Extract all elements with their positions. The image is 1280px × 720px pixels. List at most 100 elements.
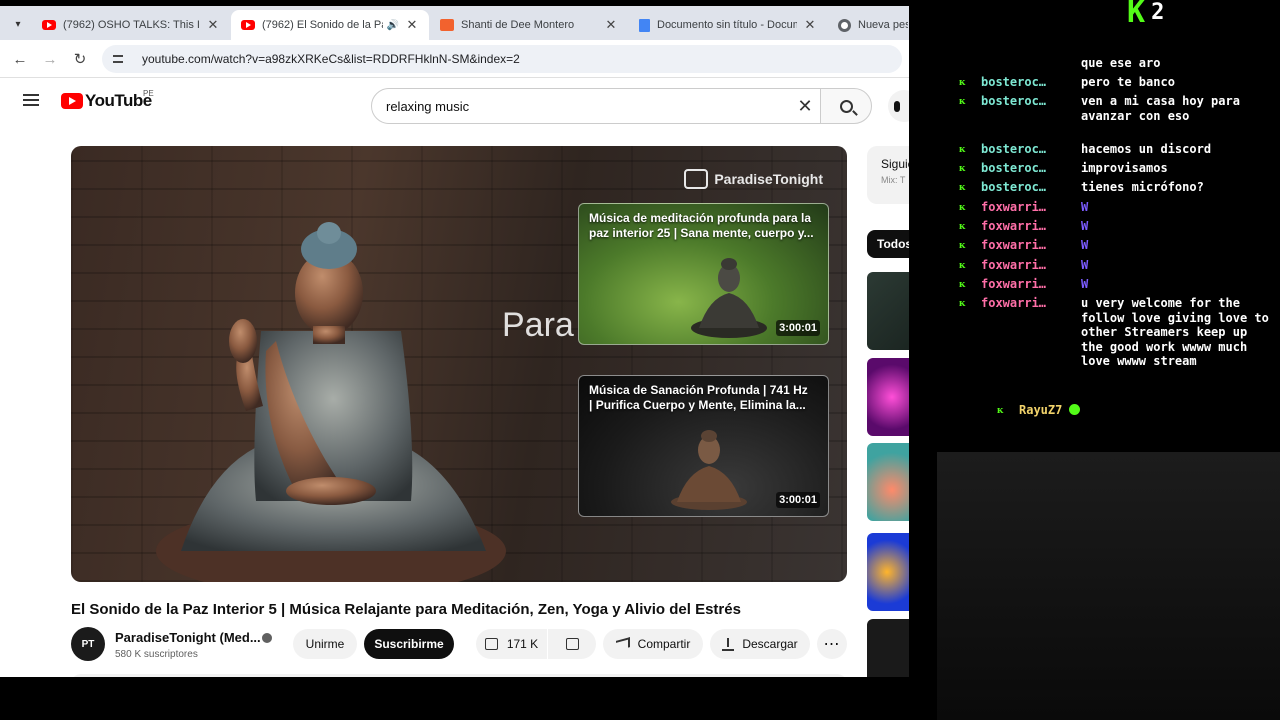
chat-message-text: hacemos un discord [1081, 142, 1212, 156]
browser-tab-osho[interactable]: (7962) OSHO TALKS: This Is Onl ✕ [32, 10, 230, 40]
reload-icon[interactable]: ↻ [70, 49, 90, 69]
playlist-subtitle: Mix: T [881, 175, 906, 185]
tab-title: Nueva pest [858, 19, 908, 31]
browser-window: ▾ (7962) OSHO TALKS: This Is Onl ✕ (7962… [0, 6, 909, 677]
endcard-duration: 3:00:01 [776, 492, 820, 508]
tab-search-chevron-icon[interactable]: ▾ [8, 14, 28, 34]
search-button[interactable] [820, 88, 872, 124]
chat-username[interactable]: bosteroc… [981, 94, 1085, 109]
voice-search-mic-icon[interactable] [888, 90, 909, 122]
tab-title: (7962) El Sonido de la Paz In [262, 19, 383, 31]
endscreen-video-card[interactable]: Música de meditación profunda para la pa… [578, 203, 829, 345]
tab-strip: ▾ (7962) OSHO TALKS: This Is Onl ✕ (7962… [0, 6, 909, 40]
search-query: relaxing music [386, 98, 470, 114]
like-count: 171 K [506, 637, 539, 651]
chat-message-text: W [1081, 200, 1089, 214]
join-button[interactable]: Unirme [293, 629, 357, 659]
chat-message-text: u very welcome for the follow love givin… [1081, 296, 1277, 368]
youtube-favicon-icon [241, 20, 255, 30]
kick-logo-icon: K [1127, 0, 1146, 30]
search-input[interactable]: relaxing music ✕ [371, 88, 821, 124]
country-code: PE [143, 89, 154, 98]
channel-avatar[interactable]: PT [71, 627, 105, 661]
site-info-icon[interactable] [112, 52, 126, 66]
recommended-thumbnail[interactable] [867, 533, 909, 611]
video-player[interactable]: ParadiseTonight Para Música de meditació… [71, 146, 847, 582]
video-title: El Sonido de la Paz Interior 5 | Música … [71, 601, 741, 618]
recommended-thumbnail[interactable] [867, 443, 909, 521]
endcard-title: Música de Sanación Profunda | 741 Hz | P… [589, 383, 808, 412]
endscreen-video-card[interactable]: Música de Sanación Profunda | 741 Hz | P… [578, 375, 829, 517]
playlist-panel[interactable]: Siguie Mix: T [867, 146, 909, 204]
tab-close-icon[interactable]: ✕ [405, 17, 419, 33]
chat-username[interactable]: foxwarri… [981, 200, 1085, 215]
viewer-count: 2 [1151, 0, 1165, 25]
chat-username[interactable]: bosteroc… [981, 75, 1085, 90]
video-owner-row: PT ParadiseTonight (Med... 580 K suscrip… [71, 627, 851, 663]
browser-tab-documento[interactable]: Documento sin título - Docume ✕ [629, 10, 827, 40]
forward-arrow-icon[interactable]: → [40, 49, 60, 69]
soundcloud-favicon-icon [440, 19, 454, 31]
recommended-thumbnail[interactable] [867, 358, 909, 436]
stream-chat-overlay: K 2 que ese aro ᴋ bosteroc… pero te banco ᴋ b… [909, 0, 1280, 720]
chat-message-text: W [1081, 238, 1089, 252]
subscribe-button[interactable]: Suscribirme [364, 629, 454, 659]
recommended-thumbnail[interactable] [867, 619, 909, 677]
kick-viewer-count: K 2 [1127, 0, 1165, 30]
dislike-button[interactable] [548, 629, 596, 659]
channel-name[interactable]: ParadiseTonight (Med... [115, 630, 261, 645]
chat-message-text: improvisamos [1081, 161, 1168, 175]
endcard-title: Música de meditación profunda para la pa… [589, 211, 814, 240]
share-button[interactable]: Compartir [603, 629, 703, 659]
chat-username[interactable]: foxwarri… [981, 296, 1085, 311]
channel-watermark[interactable]: ParadiseTonight [684, 169, 823, 189]
filter-chip-all[interactable]: Todos [867, 230, 909, 258]
kick-badge-icon: ᴋ [997, 403, 1004, 416]
browser-tab-sonido-paz[interactable]: (7962) El Sonido de la Paz In 🔊 ✕ [231, 10, 429, 40]
clear-search-icon[interactable]: ✕ [796, 97, 814, 115]
like-button[interactable]: 171 K [476, 629, 547, 659]
browser-tab-shanti[interactable]: Shanti de Dee Montero ✕ [430, 10, 628, 40]
recommended-thumbnail[interactable] [867, 272, 909, 350]
address-bar[interactable]: youtube.com/watch?v=a98zkXRKeCs&list=RDD… [102, 45, 902, 73]
download-label: Descargar [742, 637, 798, 651]
tab-close-icon[interactable]: ✕ [206, 17, 220, 33]
download-button[interactable]: Descargar [710, 629, 810, 659]
description-box[interactable] [71, 674, 847, 677]
back-arrow-icon[interactable]: ← [10, 49, 30, 69]
kick-badge-icon: ᴋ [959, 219, 966, 232]
share-label: Compartir [637, 637, 691, 651]
menu-hamburger-icon[interactable] [23, 94, 39, 106]
endcard-buddha-image [691, 258, 767, 338]
video-overlay-text: Para [502, 306, 574, 344]
kick-badge-icon: ᴋ [959, 75, 966, 88]
youtube-logo[interactable]: YouTube [61, 91, 152, 111]
kick-badge-icon: ᴋ [959, 180, 966, 193]
chat-username[interactable]: foxwarri… [981, 219, 1085, 234]
chat-username[interactable]: bosteroc… [981, 180, 1085, 195]
chrome-favicon-icon [838, 18, 851, 32]
youtube-logo-text: YouTube [85, 91, 152, 110]
chat-username[interactable]: bosteroc… [981, 142, 1085, 157]
screen: ▾ (7962) OSHO TALKS: This Is Onl ✕ (7962… [0, 0, 1280, 720]
kick-badge-icon: ᴋ [959, 94, 966, 107]
chat-username[interactable]: bosteroc… [981, 161, 1085, 176]
more-actions-button[interactable]: ⋯ [817, 629, 847, 659]
youtube-play-icon [61, 93, 83, 109]
search-icon [839, 99, 853, 113]
tab-title: Shanti de Dee Montero [461, 19, 575, 31]
speaker-icon[interactable]: 🔊 [387, 20, 399, 31]
chat-background-shadow [937, 452, 1280, 720]
browser-tab-new[interactable]: Nueva pest [828, 10, 909, 40]
chat-message-text: W [1081, 219, 1089, 233]
kick-badge-icon: ᴋ [959, 161, 966, 174]
tab-close-icon[interactable]: ✕ [604, 17, 618, 33]
chat-username[interactable]: foxwarri… [981, 258, 1085, 273]
buddha-statue-image [156, 222, 506, 582]
chat-message-text: W [1081, 258, 1089, 272]
chat-username[interactable]: foxwarri… [981, 238, 1085, 253]
watermark-text: ParadiseTonight [714, 171, 823, 187]
youtube-header: YouTube PE relaxing music ✕ [0, 78, 909, 128]
chat-username[interactable]: foxwarri… [981, 277, 1085, 292]
tab-close-icon[interactable]: ✕ [803, 17, 817, 33]
